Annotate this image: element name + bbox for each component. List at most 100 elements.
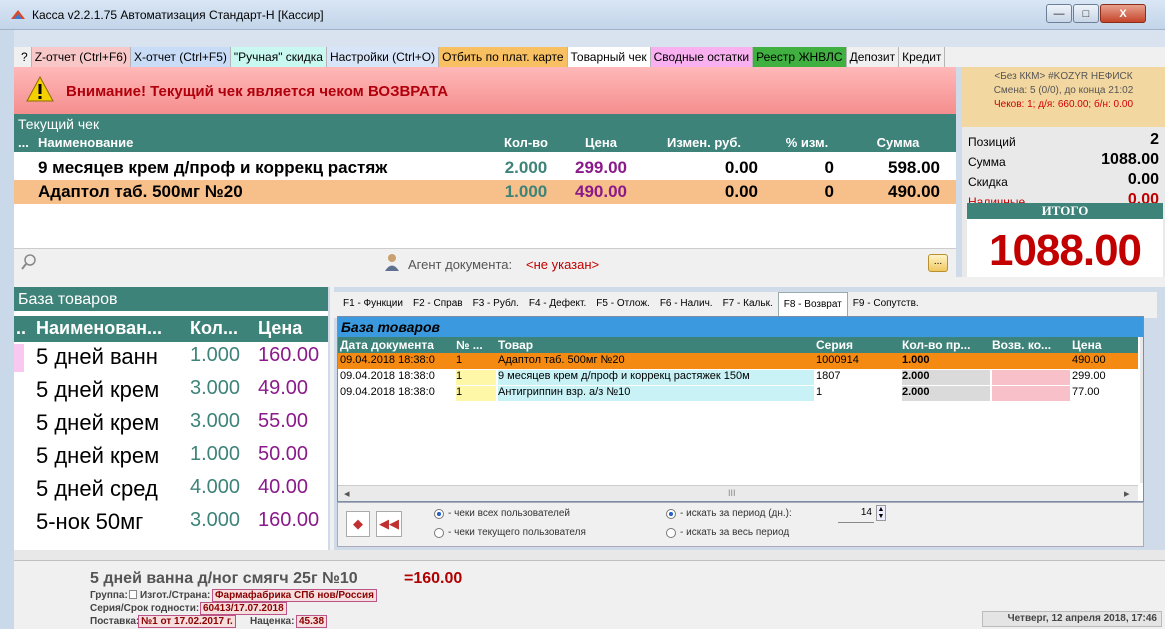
menu-item-10[interactable]: Кредит: [899, 47, 946, 67]
cc-row[interactable]: Адаптол таб. 500мг №20 1.000 490.00 0.00 0 49…: [14, 180, 956, 204]
goods-row[interactable]: 5 дней крем 3.000 55.00: [14, 408, 328, 441]
return-num: 1: [456, 386, 496, 401]
return-row[interactable]: 09.04.2018 18:38:0 1 Адаптол таб. 500мг №2…: [338, 353, 1138, 369]
current-check-title: Текущий чек: [14, 114, 956, 133]
goods-col-1[interactable]: Наименован...: [36, 318, 190, 339]
goods-row[interactable]: 5 дней крем 3.000 49.00: [14, 375, 328, 408]
minimize-button[interactable]: —: [1046, 4, 1072, 23]
sum-value: 1088.00: [1101, 151, 1159, 168]
vertical-splitter[interactable]: [330, 287, 334, 550]
bottom-splitter[interactable]: [14, 550, 1165, 560]
return-row[interactable]: 09.04.2018 18:38:0 1 9 месяцев крем д/проф…: [338, 369, 1138, 385]
menu-item-2[interactable]: X-отчет (Ctrl+F5): [130, 47, 231, 67]
tab-fkey-2[interactable]: F2 - Справ: [408, 292, 468, 318]
tab-fkey-7[interactable]: F7 - Кальк.: [718, 292, 778, 318]
maximize-button[interactable]: □: [1073, 4, 1099, 23]
goods-row[interactable]: 5-нок 50мг 3.000 160.00: [14, 507, 328, 540]
period-label: - искать за период (дн.):: [680, 508, 792, 519]
search-icon[interactable]: [20, 253, 38, 271]
return-col-4[interactable]: Кол-во пр...: [902, 338, 990, 352]
menu-item-0[interactable]: ?: [18, 47, 32, 67]
goods-row[interactable]: 5 дней ванн 1.000 160.00: [14, 342, 328, 375]
tab-fkey-9[interactable]: F9 - Сопутств.: [848, 292, 924, 318]
menu-item-6[interactable]: Товарный чек: [567, 47, 651, 67]
menu-item-1[interactable]: Z-отчет (Ctrl+F6): [31, 47, 131, 67]
status-datetime: Четверг, 12 апреля 2018, 17:46: [982, 611, 1162, 627]
tab-fkey-8[interactable]: F8 - Возврат: [777, 292, 848, 318]
return-series: 1: [816, 386, 823, 398]
agent-more-button[interactable]: ...: [928, 254, 948, 272]
days-spin-icon[interactable]: ▲ ▼: [876, 505, 886, 521]
return-col-6[interactable]: Цена: [1072, 338, 1138, 352]
all-users-label: - чеки всех пользователей: [448, 508, 570, 519]
kkm-line2: Смена: 5 (0/0), до конца 21:02: [993, 85, 1134, 96]
tab-fkey-3[interactable]: F3 - Рубл.: [468, 292, 524, 318]
all-users-radio[interactable]: [434, 509, 444, 519]
goods-price: 40.00: [258, 476, 328, 499]
menu-item-4[interactable]: Настройки (Ctrl+O): [326, 47, 440, 67]
window-title: Касса v2.2.1.75 Автоматизация Стандарт-Н…: [32, 8, 324, 22]
maker-label: Изгот./Страна:: [140, 590, 211, 601]
cc-sum: 490.00: [888, 182, 940, 201]
scroll-thumb[interactable]: III: [728, 488, 736, 498]
cc-col-6[interactable]: Сумма: [848, 135, 948, 150]
goods-row[interactable]: 5 дней крем 1.000 50.00: [14, 441, 328, 474]
agent-value[interactable]: <не указан>: [526, 257, 599, 272]
kkm-line3: Чеков: 1; д/я: 660.00; б/н: 0.00: [993, 99, 1134, 110]
positions-label: Позиций: [968, 135, 1016, 149]
menu-item-7[interactable]: Сводные остатки: [650, 47, 754, 67]
scroll-right-icon[interactable]: ▸: [1124, 487, 1130, 500]
vertical-scrollbar[interactable]: [1140, 337, 1143, 483]
function-keys-bar: F1 - Функции F2 - Справ F3 - Рубл. F4 - Деф…: [332, 292, 1157, 318]
menu-item-8[interactable]: Реестр ЖНВЛС: [753, 47, 847, 67]
cc-col-0[interactable]: ...: [18, 135, 36, 150]
all-period-label: - искать за весь период: [680, 527, 790, 538]
tab-fkey-5[interactable]: F5 - Отлож.: [591, 292, 655, 318]
arrow-left-icon[interactable]: ◆: [346, 511, 370, 537]
tab-fkey-1[interactable]: F1 - Функции: [338, 292, 408, 318]
goods-col-0[interactable]: ..: [16, 318, 36, 339]
menu-bar: ? Z-отчет (Ctrl+F6) X-отчет (Ctrl+F5) "Ручн…: [14, 47, 1165, 67]
return-col-3[interactable]: Серия: [816, 338, 900, 352]
return-row[interactable]: 09.04.2018 18:38:0 1 Антигриппин взр. а/з …: [338, 385, 1138, 401]
cc-qty: 2.000: [504, 158, 548, 177]
agent-user-icon: [385, 254, 399, 271]
tab-fkey-4[interactable]: F4 - Дефект.: [524, 292, 591, 318]
cc-col-1[interactable]: Наименование: [38, 135, 488, 150]
scroll-left-icon[interactable]: ◂: [344, 487, 350, 500]
return-date: 09.04.2018 18:38:0: [340, 354, 435, 366]
return-col-5[interactable]: Возв. ко...: [992, 338, 1070, 352]
goods-qty: 3.000: [190, 377, 258, 400]
splitter[interactable]: [14, 277, 1165, 287]
kkm-line1: <Без ККМ> #KOZYR НЕФИСК: [994, 71, 1133, 82]
menu-item-9[interactable]: Депозит: [846, 47, 900, 67]
tab-fkey-6[interactable]: F6 - Налич.: [655, 292, 718, 318]
horizontal-scrollbar[interactable]: ◂ III ▸: [338, 485, 1138, 501]
menu-item-5[interactable]: Отбить по плат. карте: [439, 47, 568, 67]
return-col-2[interactable]: Товар: [498, 338, 814, 352]
cc-row[interactable]: 9 месяцев крем д/проф и коррекц растяж 2.…: [14, 156, 956, 180]
cc-change: 0.00: [724, 182, 758, 201]
supply-value: №1 от 17.02.2017 г.: [138, 615, 236, 628]
return-col-0[interactable]: Дата документа: [340, 338, 454, 352]
cc-col-3[interactable]: Цена: [562, 135, 640, 150]
menu-item-3[interactable]: "Ручная" скидка: [230, 47, 327, 67]
return-grid: 09.04.2018 18:38:0 1 Адаптол таб. 500мг №2…: [338, 353, 1138, 485]
close-button[interactable]: X: [1100, 4, 1146, 23]
group-checkbox[interactable]: [129, 590, 137, 599]
double-arrow-left-icon[interactable]: ◀◀: [376, 511, 402, 537]
days-input[interactable]: 14: [838, 507, 874, 523]
cc-col-4[interactable]: Измен. руб.: [642, 135, 766, 150]
goods-base-title: База товаров: [14, 287, 328, 311]
goods-row[interactable]: 5 дней сред 4.000 40.00: [14, 474, 328, 507]
cc-col-2[interactable]: Кол-во: [496, 135, 556, 150]
cc-price: 299.00: [575, 158, 627, 177]
current-user-radio[interactable]: [434, 528, 444, 538]
return-col-1[interactable]: № ...: [456, 338, 496, 352]
goods-col-2[interactable]: Кол...: [190, 318, 258, 339]
cc-col-5[interactable]: % изм.: [772, 135, 842, 150]
goods-col-3[interactable]: Цена: [258, 318, 326, 339]
period-radio[interactable]: [666, 509, 676, 519]
return-date: 09.04.2018 18:38:0: [340, 370, 435, 382]
all-period-radio[interactable]: [666, 528, 676, 538]
